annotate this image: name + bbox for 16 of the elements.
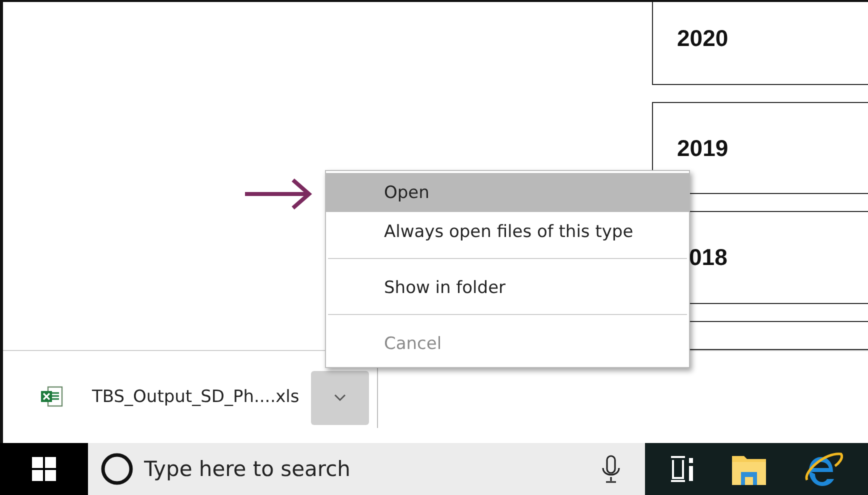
menu-item[interactable]: Show in folder xyxy=(326,268,689,307)
windows-icon xyxy=(31,456,57,482)
microphone-icon xyxy=(601,454,621,484)
menu-item[interactable]: Open xyxy=(326,173,689,212)
year-label: 2019 xyxy=(677,134,728,162)
menu-item[interactable]: Always open files of this type xyxy=(326,212,689,251)
browser-e-icon[interactable] xyxy=(803,450,843,488)
spreadsheet-file-icon xyxy=(40,386,64,408)
task-view-icon[interactable] xyxy=(669,454,695,484)
chevron-down-icon xyxy=(333,393,348,403)
year-label: 018 xyxy=(689,244,728,272)
start-button[interactable] xyxy=(0,443,88,495)
file-name[interactable]: TBS_Output_SD_Ph....xls xyxy=(92,387,300,407)
circle-icon xyxy=(100,452,134,486)
search-box[interactable]: Type here to search xyxy=(88,443,645,495)
year-label: 2020 xyxy=(677,24,728,52)
